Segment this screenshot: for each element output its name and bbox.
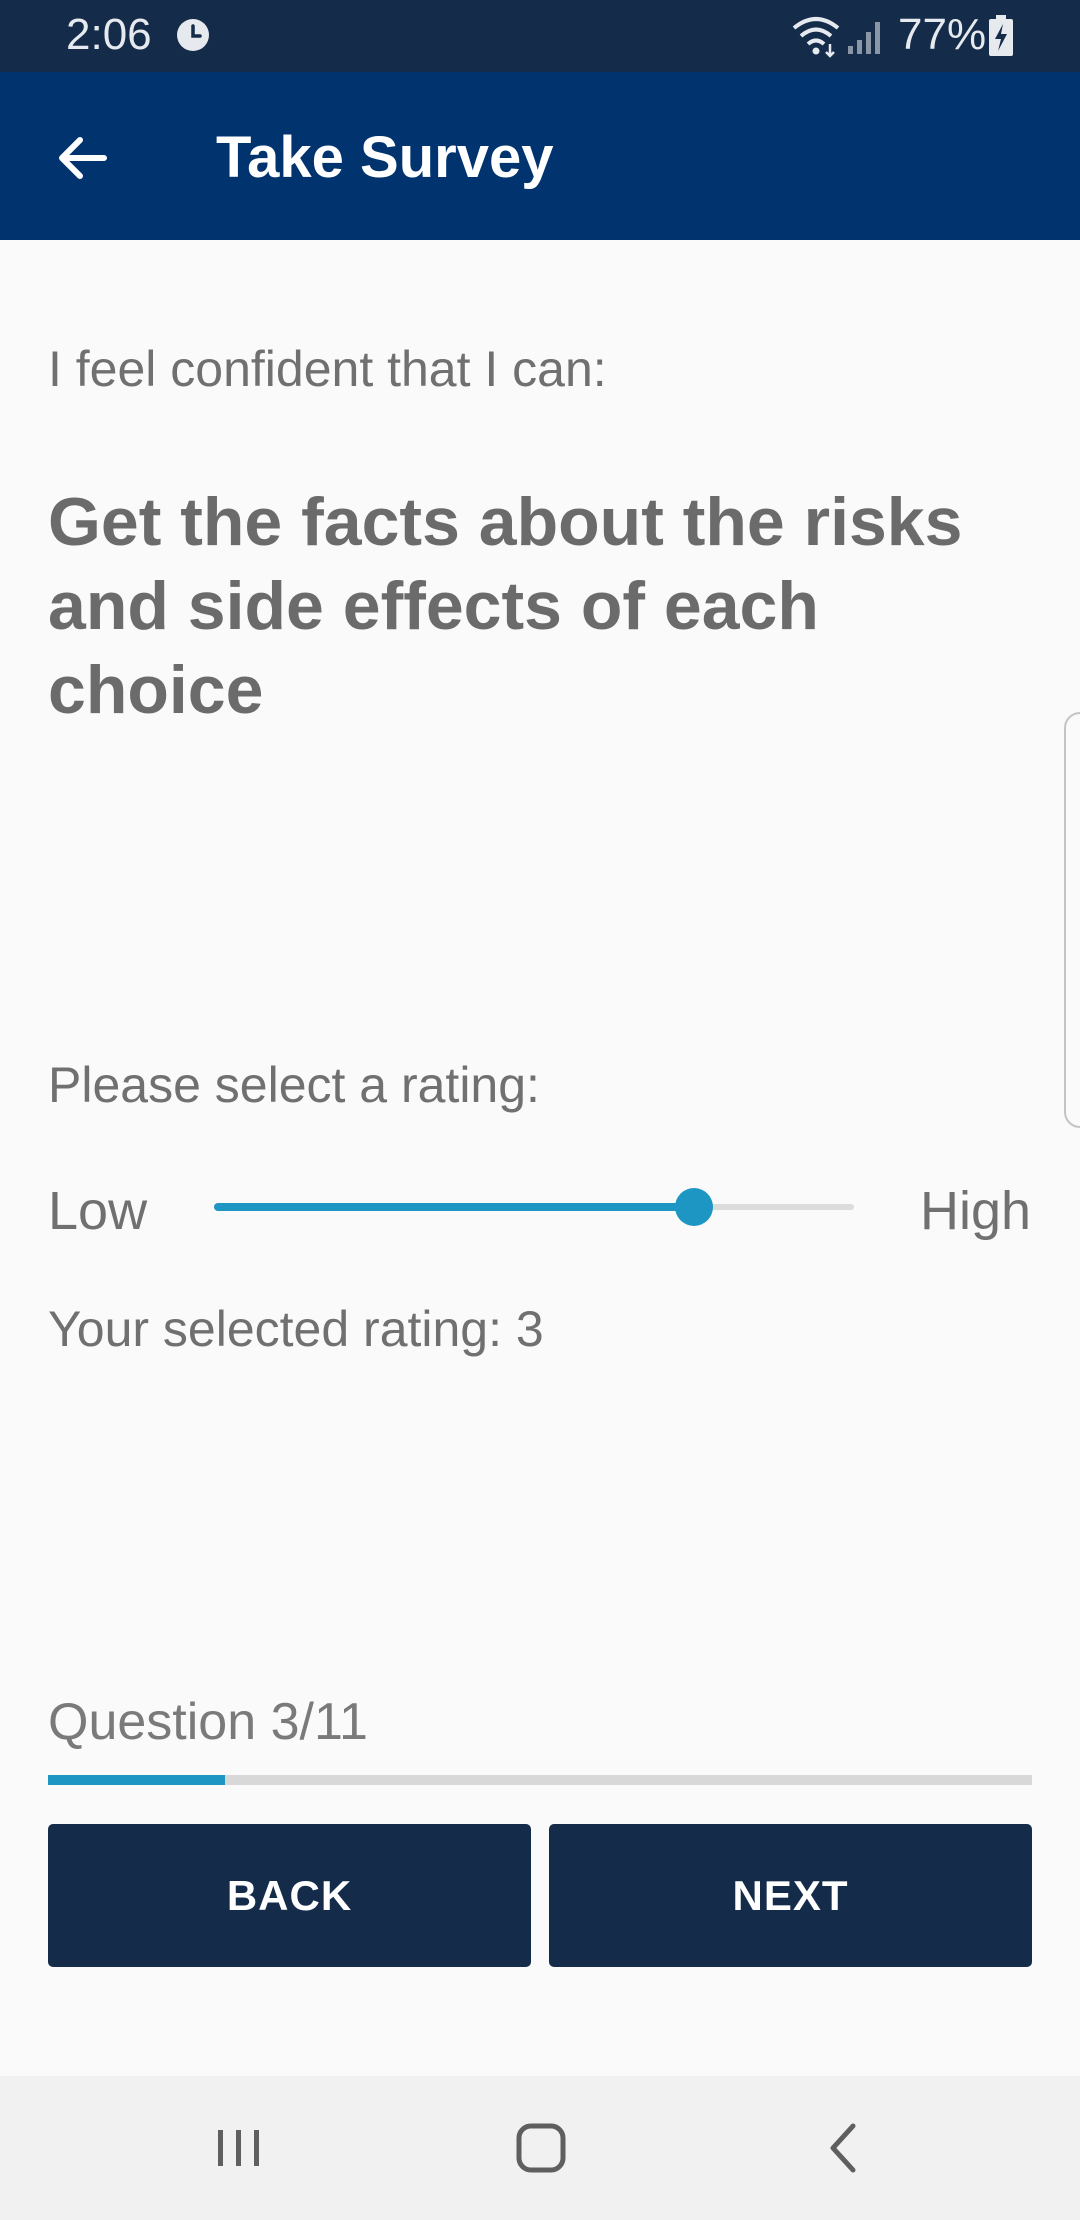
high-label: High (920, 1181, 1032, 1241)
next-button[interactable]: NEXT (549, 1824, 1032, 1967)
slider-thumb[interactable] (675, 1188, 713, 1226)
back-button[interactable]: BACK (48, 1824, 531, 1967)
page-title: Take Survey (216, 125, 554, 190)
back-arrow-button[interactable] (40, 116, 124, 200)
selected-rating-text: Your selected rating: 3 (48, 1301, 544, 1357)
home-icon[interactable] (501, 2116, 581, 2180)
system-navigation-bar (0, 2076, 1080, 2220)
back-chevron-icon[interactable] (803, 2116, 883, 2180)
status-time: 2:06 (66, 10, 152, 59)
battery-percentage: 77% (898, 10, 987, 59)
arrow-left-icon (59, 137, 107, 179)
survey-screen: 2:06 77% Take Survey I feel confident th… (0, 0, 1080, 2220)
progress-bar (48, 1775, 1032, 1785)
survey-prompt: I feel confident that I can: (48, 341, 607, 397)
progress-fill (48, 1775, 225, 1785)
battery-charging-icon (989, 15, 1013, 56)
slider-fill (214, 1203, 694, 1211)
status-bar: 2:06 77% (0, 0, 1080, 72)
recents-icon[interactable] (199, 2116, 279, 2180)
low-label: Low (48, 1181, 148, 1241)
rating-slider[interactable] (214, 1188, 854, 1226)
alarm-icon (177, 19, 209, 51)
app-bar: Take Survey (0, 72, 1080, 240)
edge-panel-handle[interactable] (1064, 712, 1080, 1128)
survey-question: Get the facts about the risks and side e… (48, 484, 963, 728)
wifi-icon (792, 17, 840, 58)
rating-label: Please select a rating: (48, 1057, 540, 1113)
signal-icon (848, 22, 880, 54)
question-counter: Question 3/11 (48, 1693, 368, 1751)
